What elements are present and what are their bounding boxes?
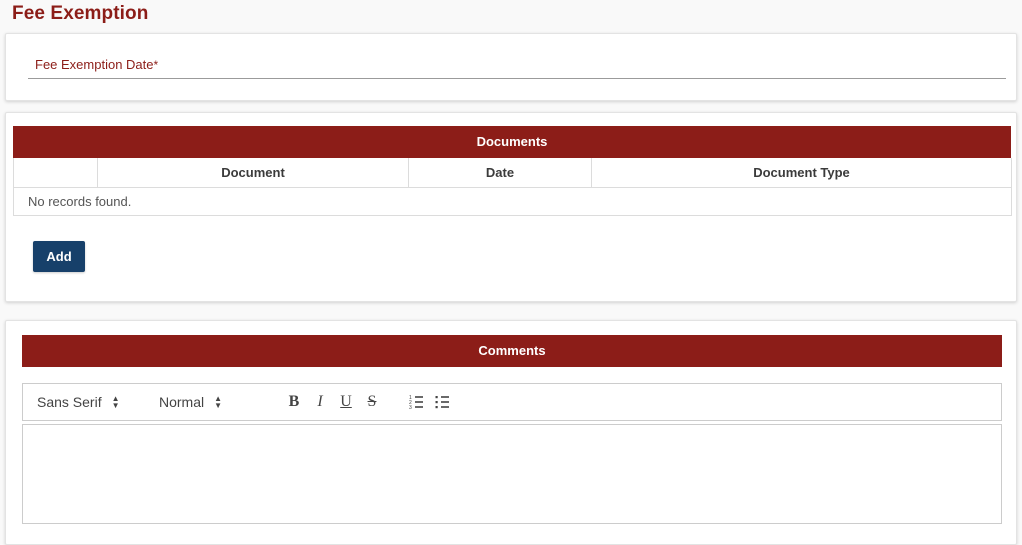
fee-exemption-date-label-text: Fee Exemption Date	[35, 57, 154, 72]
chevron-updown-icon: ▲ ▼	[111, 394, 120, 410]
bold-icon[interactable]: B	[281, 389, 307, 415]
chevron-updown-icon: ▲ ▼	[214, 394, 223, 410]
column-header-date: Date	[408, 158, 592, 188]
comments-editor-toolbar: Sans Serif ▲ ▼ Normal ▲ ▼ B I U S 1 2 3	[22, 383, 1002, 421]
editor-font-family-select[interactable]: Sans Serif ▲ ▼	[37, 390, 139, 414]
bullet-list-icon[interactable]	[430, 389, 456, 415]
page-root: Fee Exemption Fee Exemption Date* Docume…	[0, 0, 1022, 545]
editor-font-family-value: Sans Serif	[37, 394, 102, 410]
underline-icon[interactable]: U	[333, 389, 359, 415]
documents-panel: Documents Document Date Document Type No…	[5, 112, 1017, 302]
comments-section-header: Comments	[22, 335, 1002, 367]
fee-exemption-date-panel: Fee Exemption Date*	[5, 33, 1017, 101]
documents-section-header: Documents	[13, 126, 1011, 158]
svg-text:3: 3	[409, 405, 412, 411]
page-title: Fee Exemption	[12, 3, 149, 24]
italic-icon[interactable]: I	[307, 389, 333, 415]
editor-font-size-value: Normal	[159, 394, 205, 410]
documents-table-body: No records found.	[13, 187, 1012, 216]
column-header-select	[13, 158, 98, 188]
documents-table-header-row: Document Date Document Type	[13, 158, 1012, 188]
column-header-document: Document	[97, 158, 409, 188]
strikethrough-icon[interactable]: S	[359, 389, 385, 415]
ordered-list-icon[interactable]: 1 2 3	[404, 389, 430, 415]
required-asterisk: *	[153, 58, 159, 72]
editor-font-size-select[interactable]: Normal ▲ ▼	[159, 390, 255, 414]
comments-editor-body[interactable]	[22, 424, 1002, 524]
documents-table: Document Date Document Type No records f…	[13, 158, 1012, 216]
add-document-button[interactable]: Add	[33, 241, 85, 272]
fee-exemption-date-field: Fee Exemption Date*	[28, 56, 1006, 100]
comments-panel: Comments Sans Serif ▲ ▼ Normal ▲ ▼ B I U S	[5, 320, 1017, 545]
documents-empty-row: No records found.	[13, 187, 1012, 216]
column-header-document-type: Document Type	[591, 158, 1012, 188]
fee-exemption-date-label: Fee Exemption Date*	[28, 56, 1006, 74]
no-records-message: No records found.	[13, 187, 1012, 216]
fee-exemption-date-input[interactable]	[28, 78, 1006, 100]
